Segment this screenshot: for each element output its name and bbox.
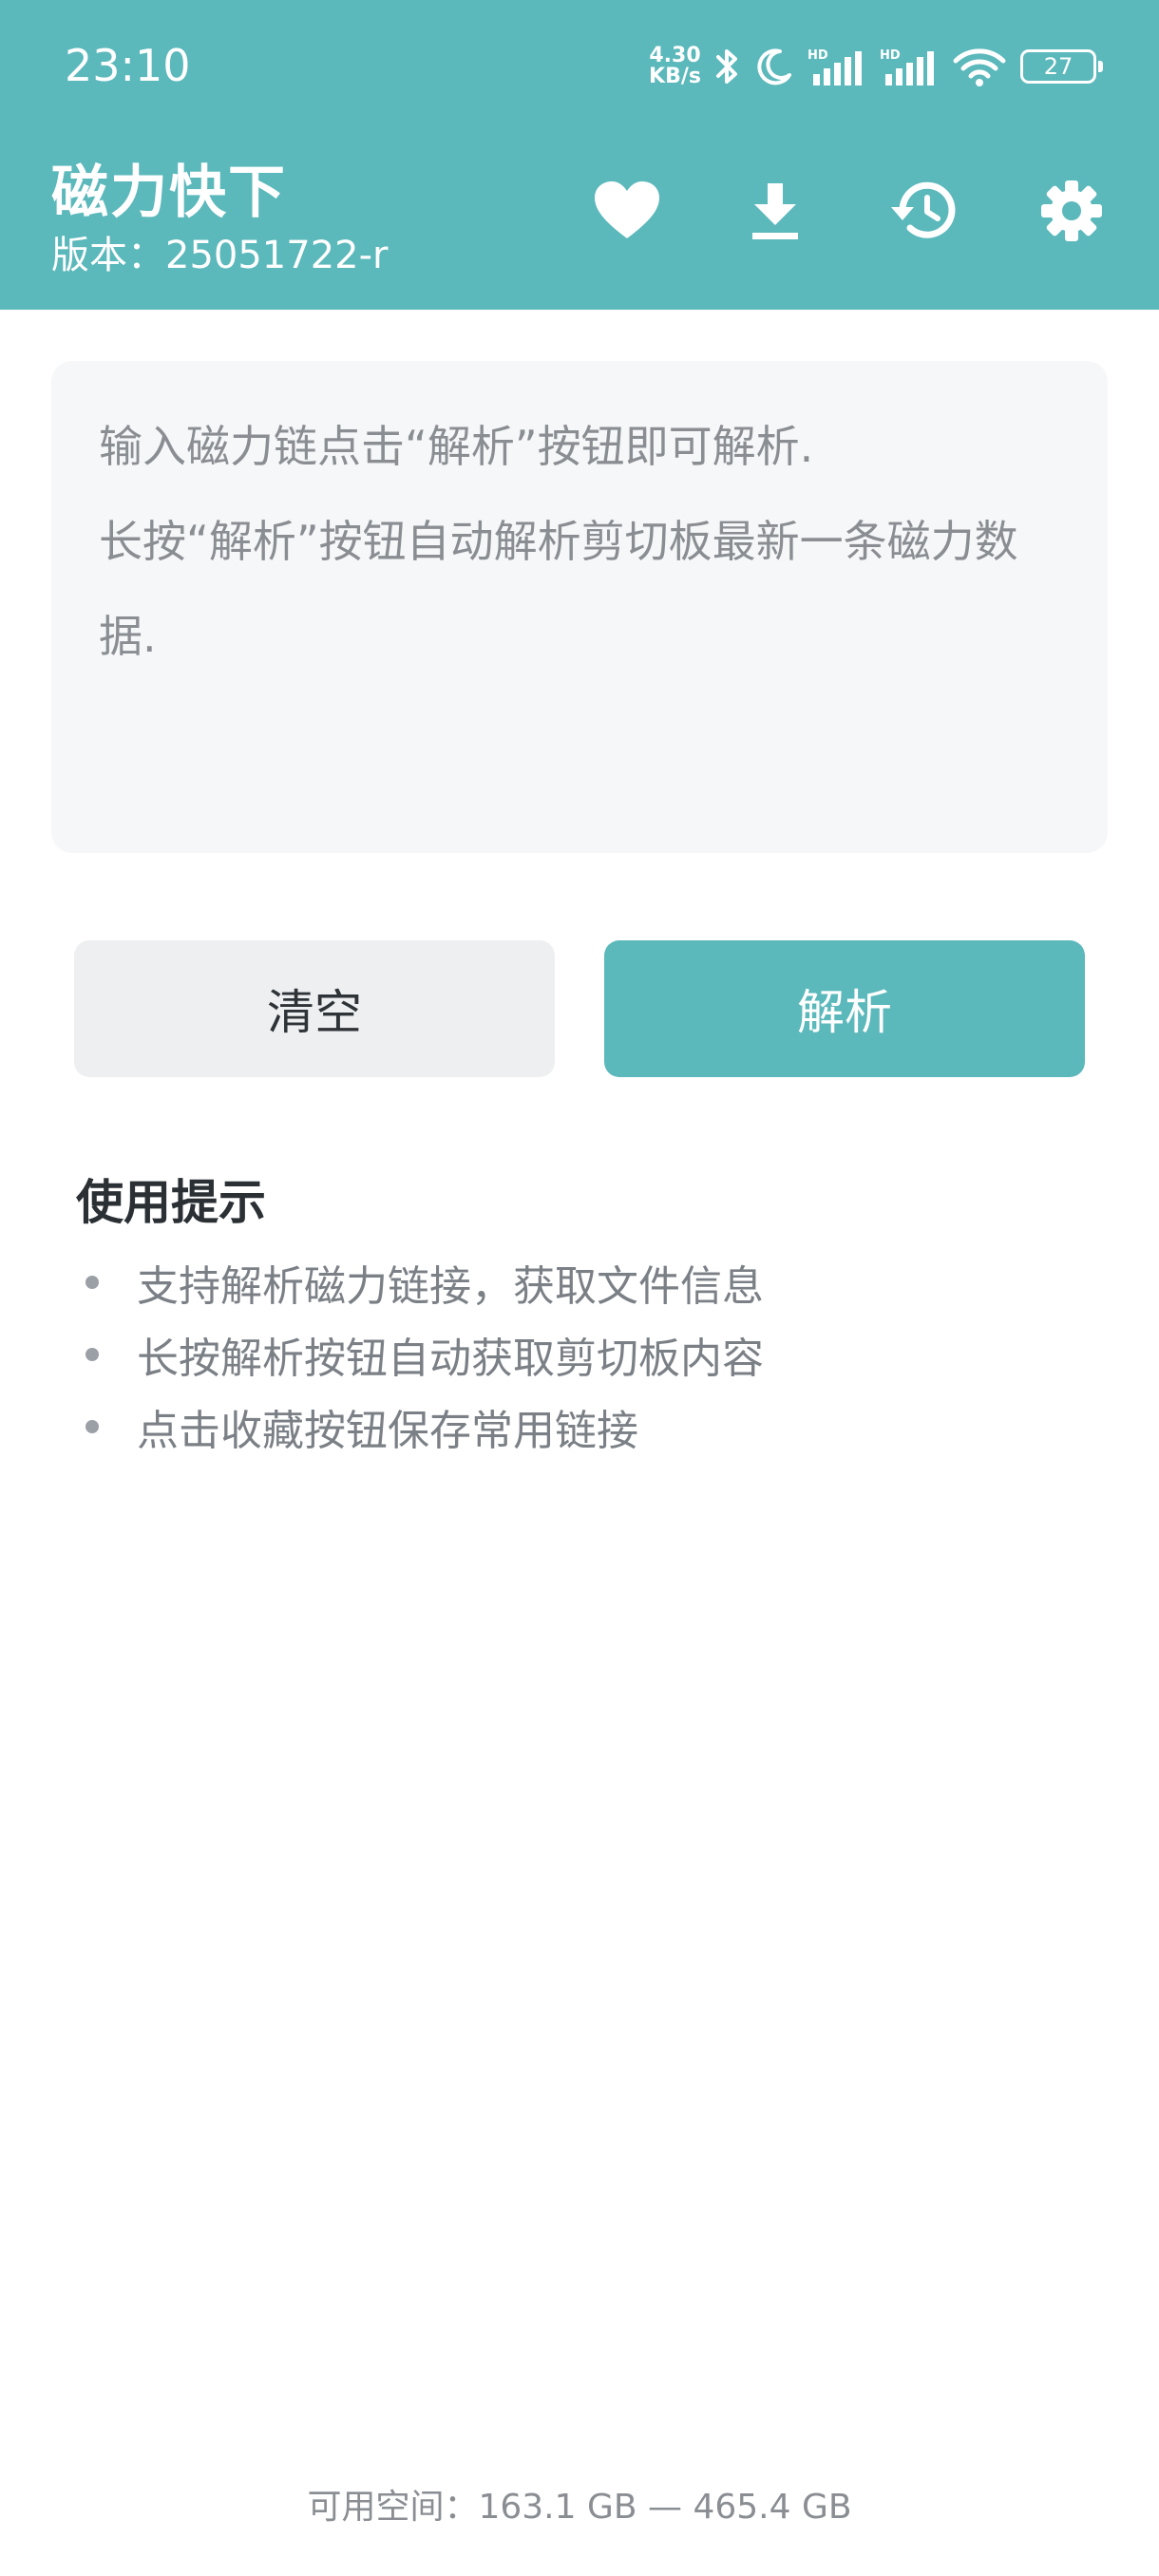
network-speed: 4.30 KB/s (649, 46, 701, 87)
heart-icon (595, 181, 659, 238)
signal-hd-icon: HD (808, 48, 862, 85)
download-icon (752, 183, 798, 239)
favorites-button[interactable] (589, 173, 665, 249)
tips-item: 长按解析按钮自动获取剪切板内容 (86, 1318, 764, 1391)
tips-list: 支持解析磁力链接，获取文件信息 长按解析按钮自动获取剪切板内容 点击收藏按钮保存… (86, 1246, 764, 1463)
bullet-icon (86, 1420, 99, 1433)
status-bar: 23:10 4.30 KB/s HD HD 27 (0, 0, 1159, 133)
bluetooth-icon (716, 49, 737, 84)
tips-item-text: 支持解析磁力链接，获取文件信息 (137, 1262, 764, 1311)
status-icons: 4.30 KB/s HD HD 27 (649, 40, 1103, 93)
bullet-icon (86, 1348, 99, 1361)
tips-item-text: 点击收藏按钮保存常用链接 (137, 1407, 638, 1455)
tips-item: 支持解析磁力链接，获取文件信息 (86, 1246, 764, 1318)
clear-button[interactable]: 清空 (74, 940, 555, 1077)
history-icon (891, 181, 956, 238)
storage-info: 可用空间：163.1 GB — 465.4 GB (307, 2488, 852, 2527)
wifi-icon (953, 48, 1006, 86)
downloads-button[interactable] (737, 173, 813, 249)
tips-item: 点击收藏按钮保存常用链接 (86, 1391, 764, 1463)
tips-item-text: 长按解析按钮自动获取剪切板内容 (137, 1335, 764, 1383)
moon-icon (757, 48, 791, 85)
svg-text:HD: HD (808, 48, 828, 63)
parse-button[interactable]: 解析 (604, 940, 1085, 1077)
tips-title: 使用提示 (76, 1175, 266, 1230)
input-placeholder-line-1: 输入磁力链点击“解析”按钮即可解析. (99, 421, 814, 472)
settings-button[interactable] (1034, 173, 1110, 249)
bullet-icon (86, 1276, 99, 1289)
battery-icon: 27 (1020, 49, 1103, 84)
gear-icon (1041, 180, 1102, 241)
input-placeholder-line-2: 长按“解析”按钮自动解析剪切板最新一条磁力数据. (99, 516, 1018, 662)
history-button[interactable] (885, 173, 961, 249)
app-header: 23:10 4.30 KB/s HD HD 27 磁力快下 版本：2505172… (0, 0, 1159, 310)
status-time: 23:10 (65, 40, 191, 91)
input-placeholder: 输入磁力链点击“解析”按钮即可解析. 长按“解析”按钮自动解析剪切板最新一条磁力… (99, 399, 1068, 684)
network-speed-unit: KB/s (649, 65, 701, 88)
app-title: 磁力快下 (51, 160, 287, 226)
app-version: 版本：25051722-r (51, 234, 389, 277)
signal-hd-icon: HD (880, 48, 934, 85)
battery-level: 27 (1043, 53, 1074, 80)
svg-text:HD: HD (880, 48, 901, 63)
magnet-input-field[interactable]: 输入磁力链点击“解析”按钮即可解析. 长按“解析”按钮自动解析剪切板最新一条磁力… (51, 361, 1108, 853)
network-speed-value: 4.30 (649, 44, 701, 67)
